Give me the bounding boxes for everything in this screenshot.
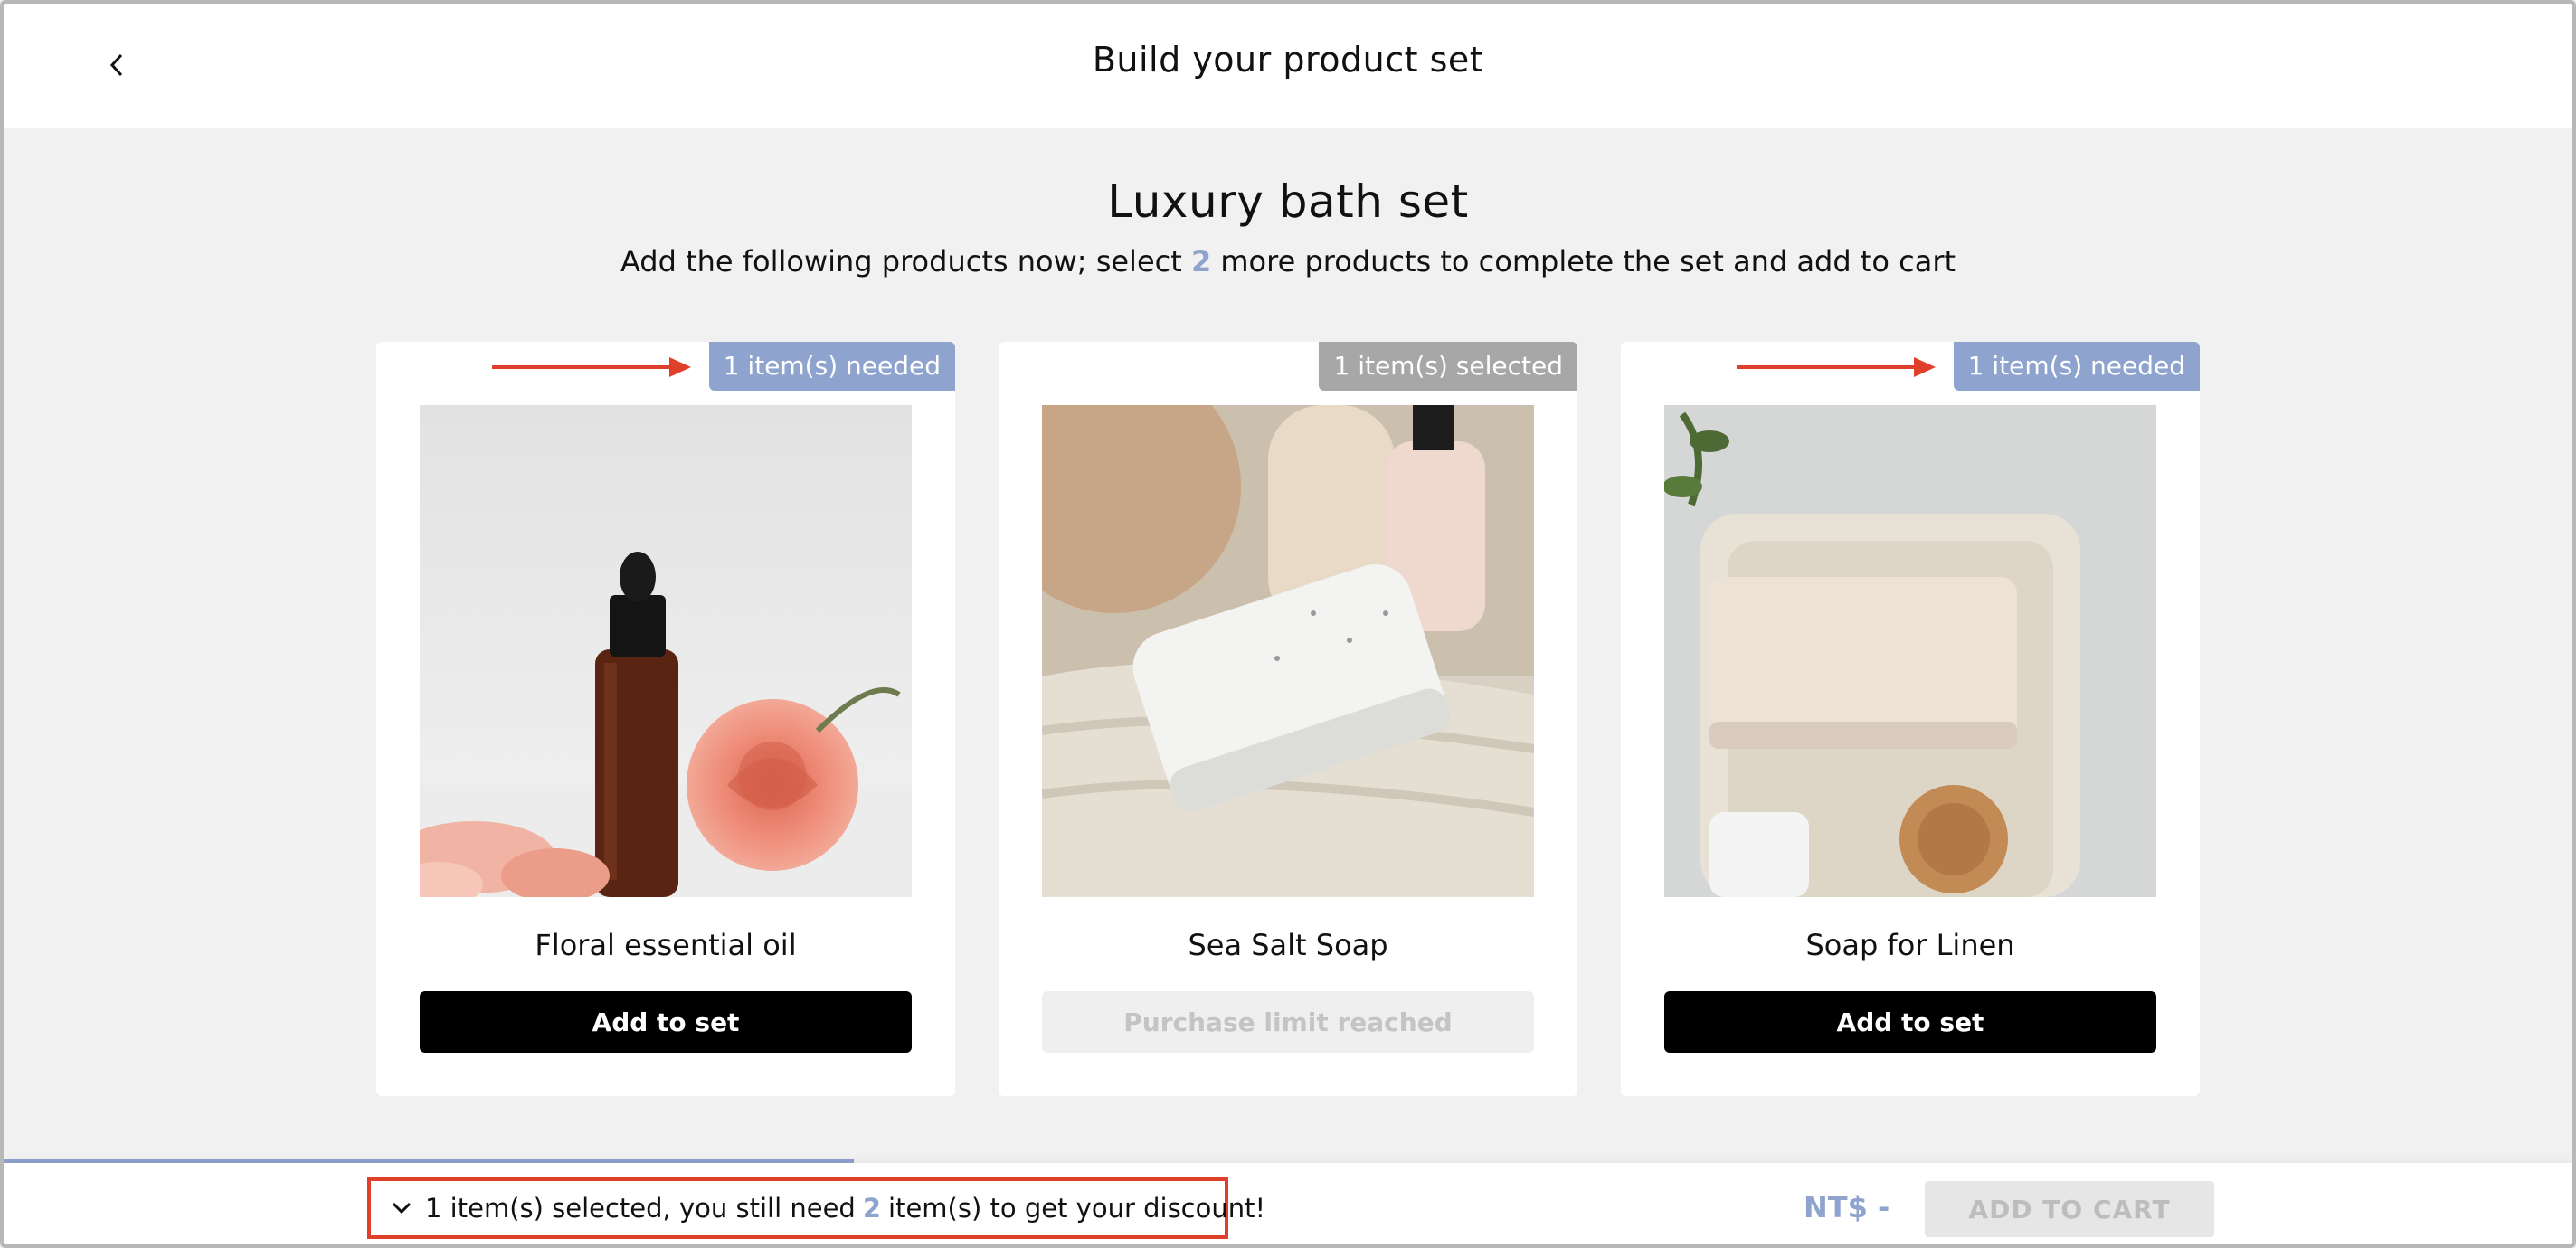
annotation-arrow [492, 357, 691, 377]
purchase-limit-button[interactable]: Purchase limit reached [1042, 991, 1534, 1053]
subtitle-count: 2 [1190, 244, 1212, 279]
status-badge: 1 item(s) selected [1319, 342, 1577, 391]
annotation-arrow [1737, 357, 1936, 377]
product-card-floral-oil: 1 item(s) needed Floral essential oil Ad… [376, 342, 955, 1096]
product-name: Soap for Linen [1805, 928, 2015, 962]
chevron-down-icon [391, 1201, 412, 1215]
product-card-sea-salt-soap: 1 item(s) selected Sea Salt Soap Purchas… [999, 342, 1577, 1096]
add-to-set-button[interactable]: Add to set [1664, 991, 2156, 1053]
product-name: Floral essential oil [535, 928, 797, 962]
add-to-cart-button[interactable]: ADD TO CART [1925, 1181, 2214, 1237]
add-to-set-button[interactable]: Add to set [420, 991, 912, 1053]
product-image-sea-salt-soap [1042, 405, 1534, 897]
set-subtitle: Add the following products now; select 2… [4, 244, 2572, 279]
total-price: NT$ - [1804, 1190, 1890, 1224]
status-badge: 1 item(s) needed [708, 342, 955, 391]
selection-summary-toggle[interactable]: 1 item(s) selected, you still need 2 ite… [367, 1177, 1265, 1239]
product-name: Sea Salt Soap [1188, 928, 1388, 962]
status-prefix: 1 item(s) selected, you still need [425, 1193, 856, 1224]
subtitle-prefix: Add the following products now; select [620, 244, 1191, 279]
app-window: Build your product set Luxury bath set A… [0, 0, 2576, 1248]
set-title: Luxury bath set [1107, 175, 1469, 228]
status-badge: 1 item(s) needed [1953, 342, 2200, 391]
subtitle-suffix: more products to complete the set and ad… [1211, 244, 1956, 279]
status-suffix: item(s) to get your discount! [888, 1193, 1266, 1224]
product-image-floral-oil [420, 405, 912, 897]
bottom-bar: 1 item(s) selected, you still need 2 ite… [4, 1163, 2572, 1244]
product-card-soap-for-linen: 1 item(s) needed Soap for Linen Add to s… [1621, 342, 2200, 1096]
page-title: Build your product set [1092, 40, 1484, 80]
status-count: 2 [862, 1193, 882, 1224]
top-bar: Build your product set [4, 4, 2572, 128]
product-image-soap-for-linen [1664, 405, 2156, 897]
